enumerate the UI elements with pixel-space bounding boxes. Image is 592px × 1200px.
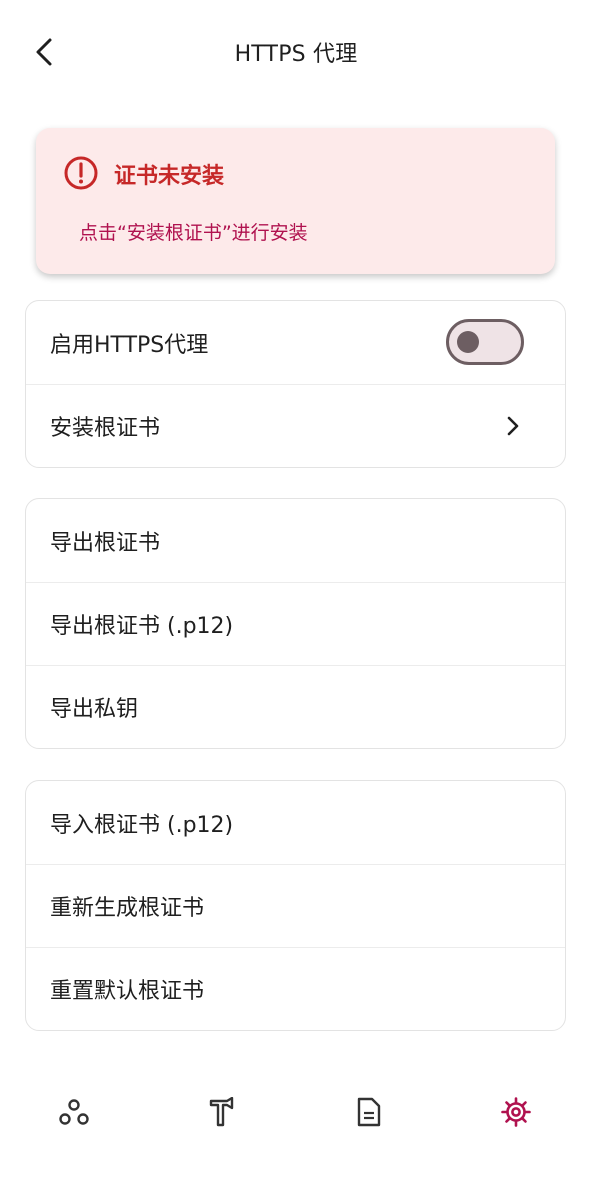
nav-network-button[interactable] (50, 1088, 98, 1136)
import-root-cert-p12-row[interactable]: 导入根证书 (.p12) (26, 781, 565, 864)
install-root-cert-row[interactable]: 安装根证书 (26, 384, 565, 467)
export-root-cert-p12-row[interactable]: 导出根证书 (.p12) (26, 582, 565, 665)
nav-settings-button[interactable] (492, 1088, 540, 1136)
enable-https-proxy-row: 启用HTTPS代理 (26, 301, 565, 384)
warning-icon (64, 156, 98, 190)
import-root-cert-p12-label: 导入根证书 (.p12) (50, 812, 234, 838)
proxy-settings-card: 启用HTTPS代理 安装根证书 (25, 300, 566, 468)
export-root-cert-p12-label: 导出根证书 (.p12) (50, 614, 234, 639)
nav-tools-button[interactable] (198, 1088, 246, 1136)
nav-logs-button[interactable] (345, 1088, 393, 1136)
toggle-knob (457, 331, 479, 353)
document-icon (357, 1097, 381, 1127)
regenerate-root-cert-label: 重新生成根证书 (50, 896, 205, 921)
chevron-right-icon (507, 416, 519, 436)
tools-hammer-icon (209, 1097, 234, 1127)
network-nodes-icon (59, 1099, 89, 1125)
alert-message: 点击“安装根证书”进行安装 (79, 222, 308, 244)
import-reset-card: 导入根证书 (.p12) 重新生成根证书 重置默认根证书 (25, 780, 566, 1031)
page-title: HTTPS 代理 (234, 42, 358, 67)
export-card: 导出根证书 导出根证书 (.p12) 导出私钥 (25, 498, 566, 749)
export-root-cert-row[interactable]: 导出根证书 (26, 499, 565, 582)
enable-https-proxy-label: 启用HTTPS代理 (50, 332, 209, 358)
export-private-key-row[interactable]: 导出私钥 (26, 665, 565, 748)
bottom-navigation (0, 1072, 592, 1152)
settings-gear-icon (501, 1097, 531, 1127)
regenerate-root-cert-row[interactable]: 重新生成根证书 (26, 864, 565, 947)
app-bar: HTTPS 代理 (0, 0, 592, 104)
reset-default-root-cert-row[interactable]: 重置默认根证书 (26, 947, 565, 1030)
export-private-key-label: 导出私钥 (50, 697, 139, 722)
enable-https-proxy-toggle[interactable] (446, 319, 524, 365)
alert-title: 证书未安装 (114, 164, 225, 189)
install-root-cert-label: 安装根证书 (50, 416, 161, 441)
export-root-cert-label: 导出根证书 (50, 530, 161, 556)
certificate-alert-banner: 证书未安装 点击“安装根证书”进行安装 (36, 128, 555, 274)
reset-default-root-cert-label: 重置默认根证书 (50, 979, 205, 1004)
